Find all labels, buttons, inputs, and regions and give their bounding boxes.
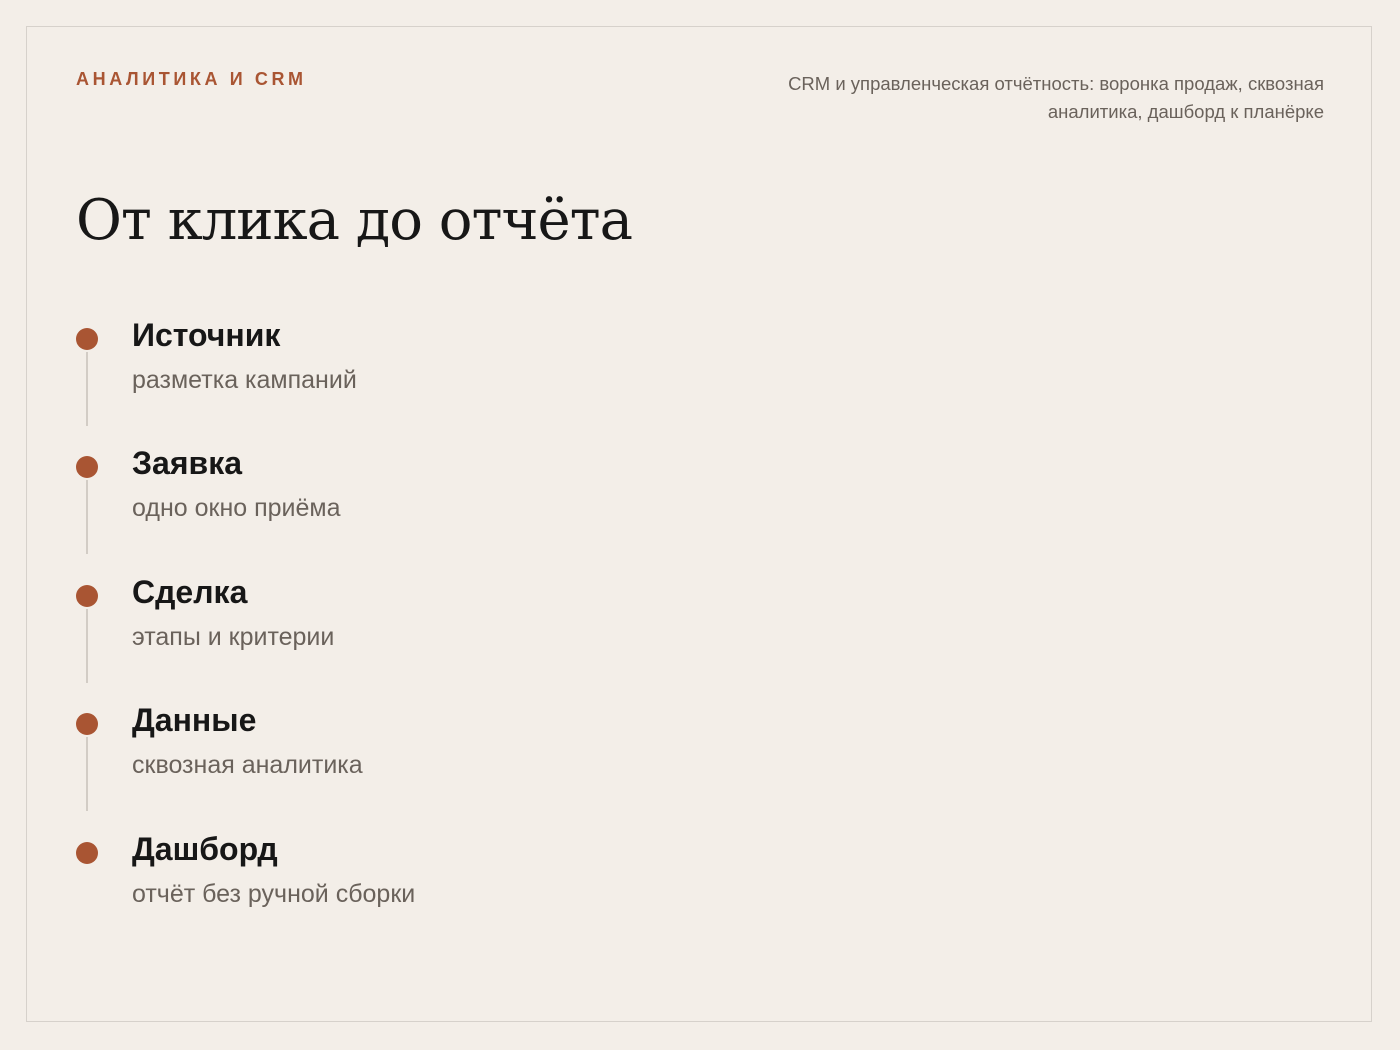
- step-description: отчёт без ручной сборки: [132, 880, 416, 908]
- header-subtitle: CRM и управленческая отчётность: воронка…: [788, 73, 1324, 122]
- step-title: Дашборд: [132, 831, 278, 867]
- step-description: одно окно приёма: [132, 494, 341, 522]
- timeline-step-request: Заявка одно окно приёма: [76, 444, 876, 572]
- timeline-dot-icon: [76, 842, 98, 864]
- step-description: этапы и критерии: [132, 623, 335, 651]
- timeline-dot-icon: [76, 713, 98, 735]
- timeline-connector: [86, 352, 88, 426]
- timeline-connector: [86, 737, 88, 811]
- timeline-step-source: Источник разметка кампаний: [76, 316, 876, 444]
- step-title: Данные: [132, 702, 257, 738]
- step-description: сквозная аналитика: [132, 751, 363, 779]
- timeline-step-deal: Сделка этапы и критерии: [76, 573, 876, 701]
- page-title: От клика до отчёта: [76, 188, 633, 253]
- section-kicker: АНАЛИТИКА И CRM: [76, 69, 307, 89]
- timeline-connector: [86, 609, 88, 683]
- timeline-dot-icon: [76, 328, 98, 350]
- step-title: Заявка: [132, 445, 242, 481]
- step-title: Сделка: [132, 574, 248, 610]
- timeline-dot-icon: [76, 456, 98, 478]
- step-title: Источник: [132, 317, 281, 353]
- timeline-dot-icon: [76, 585, 98, 607]
- timeline-step-dashboard: Дашборд отчёт без ручной сборки: [76, 830, 876, 958]
- step-description: разметка кампаний: [132, 366, 357, 394]
- timeline-step-data: Данные сквозная аналитика: [76, 701, 876, 829]
- timeline-connector: [86, 480, 88, 554]
